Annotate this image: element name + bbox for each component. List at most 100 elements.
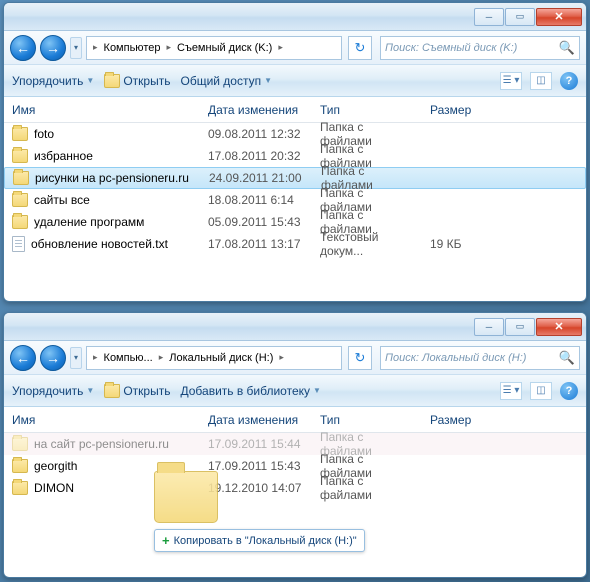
file-name: рисунки на pc-pensioneru.ru: [35, 171, 189, 185]
nav-history-dropdown[interactable]: ▾: [70, 37, 82, 59]
folder-icon: [13, 171, 29, 185]
folder-icon: [104, 74, 120, 88]
file-date: 17.08.2011 20:32: [200, 149, 312, 163]
table-row[interactable]: foto09.08.2011 12:32Папка с файлами: [4, 123, 586, 145]
column-size[interactable]: Размер: [422, 103, 502, 117]
file-type: Текстовый докум...: [312, 230, 422, 258]
file-date: 17.09.2011 15:43: [200, 459, 312, 473]
organize-menu[interactable]: Упорядочить▼: [12, 384, 94, 398]
file-list[interactable]: foto09.08.2011 12:32Папка с файламиизбра…: [4, 123, 586, 255]
close-button[interactable]: ✕: [536, 318, 582, 336]
add-to-library-menu[interactable]: Добавить в библиотеку▼: [180, 384, 320, 398]
search-placeholder: Поиск: Локальный диск (H:): [385, 352, 526, 364]
folder-icon: [12, 215, 28, 229]
breadcrumb-segment[interactable]: Съемный диск (K:): [173, 37, 276, 59]
file-date: 17.09.2011 15:44: [200, 437, 312, 451]
file-date: 18.08.2011 6:14: [200, 193, 312, 207]
file-type: Папка с файлами: [312, 474, 422, 502]
folder-icon: [104, 384, 120, 398]
search-input[interactable]: Поиск: Съемный диск (K:) 🔍: [380, 36, 580, 60]
column-name[interactable]: Имя: [4, 103, 200, 117]
view-options-button[interactable]: ☰ ▾: [500, 72, 522, 90]
file-name: обновление новостей.txt: [31, 237, 168, 251]
breadcrumb-segment[interactable]: Компьютер: [100, 37, 165, 59]
breadcrumb[interactable]: ▸ Компью... ▸ Локальный диск (H:) ▸: [86, 346, 342, 370]
file-name: DIMON: [34, 481, 74, 495]
column-type[interactable]: Тип: [312, 413, 422, 427]
toolbar: Упорядочить▼ Открыть Общий доступ▼ ☰ ▾ ◫…: [4, 65, 586, 97]
text-file-icon: [12, 236, 25, 252]
explorer-window-2: ─ ▭ ✕ ← → ▾ ▸ Компью... ▸ Локальный диск…: [3, 312, 587, 578]
back-button[interactable]: ←: [10, 35, 36, 61]
column-name[interactable]: Имя: [4, 413, 200, 427]
titlebar[interactable]: ─ ▭ ✕: [4, 3, 586, 31]
column-headers: Имя Дата изменения Тип Размер: [4, 97, 586, 123]
back-button[interactable]: ←: [10, 345, 36, 371]
column-type[interactable]: Тип: [312, 103, 422, 117]
explorer-window-1: ─ ▭ ✕ ← → ▾ ▸ Компьютер ▸ Съемный диск (…: [3, 2, 587, 302]
plus-icon: +: [162, 533, 170, 548]
open-button[interactable]: Открыть: [104, 384, 170, 398]
file-name: georgith: [34, 459, 77, 473]
table-row[interactable]: georgith17.09.2011 15:43Папка с файлами: [4, 455, 586, 477]
breadcrumb-segment[interactable]: Локальный диск (H:): [165, 347, 277, 369]
table-row[interactable]: на сайт pc-pensioneru.ru17.09.2011 15:44…: [4, 433, 586, 455]
chevron-right-icon: ▸: [91, 352, 100, 363]
maximize-button[interactable]: ▭: [505, 8, 535, 26]
open-button[interactable]: Открыть: [104, 74, 170, 88]
toolbar: Упорядочить▼ Открыть Добавить в библиоте…: [4, 375, 586, 407]
file-date: 05.09.2011 15:43: [200, 215, 312, 229]
folder-icon: [12, 481, 28, 495]
refresh-button[interactable]: ↻: [348, 346, 372, 370]
search-icon[interactable]: 🔍: [559, 350, 575, 366]
column-date[interactable]: Дата изменения: [200, 413, 312, 427]
drop-hint-tooltip: + Копировать в "Локальный диск (H:)": [154, 529, 365, 552]
search-icon[interactable]: 🔍: [559, 40, 575, 56]
file-list[interactable]: на сайт pc-pensioneru.ru17.09.2011 15:44…: [4, 433, 586, 499]
column-headers: Имя Дата изменения Тип Размер: [4, 407, 586, 433]
file-name: избранное: [34, 149, 93, 163]
refresh-button[interactable]: ↻: [348, 36, 372, 60]
titlebar[interactable]: ─ ▭ ✕: [4, 313, 586, 341]
file-type: Папка с файлами: [312, 430, 422, 458]
folder-icon: [12, 149, 28, 163]
table-row[interactable]: DIMON 19.12.2010 14:07Папка с файлами: [4, 477, 586, 499]
help-icon[interactable]: ?: [560, 382, 578, 400]
search-input[interactable]: Поиск: Локальный диск (H:) 🔍: [380, 346, 580, 370]
file-size: 19 КБ: [422, 237, 502, 251]
preview-pane-button[interactable]: ◫: [530, 72, 552, 90]
breadcrumb-segment[interactable]: Компью...: [100, 347, 157, 369]
file-date: 19.12.2010 14:07: [200, 481, 312, 495]
maximize-button[interactable]: ▭: [505, 318, 535, 336]
chevron-right-icon: ▸: [164, 42, 173, 53]
file-name: foto: [34, 127, 54, 141]
table-row[interactable]: рисунки на pc-pensioneru.ru 24.09.2011 21…: [4, 167, 586, 189]
file-name: сайты все: [34, 193, 90, 207]
close-button[interactable]: ✕: [536, 8, 582, 26]
share-menu[interactable]: Общий доступ▼: [180, 74, 272, 88]
file-date: 24.09.2011 21:00: [201, 171, 313, 185]
column-size[interactable]: Размер: [422, 413, 502, 427]
minimize-button[interactable]: ─: [474, 8, 504, 26]
file-date: 17.08.2011 13:17: [200, 237, 312, 251]
breadcrumb[interactable]: ▸ Компьютер ▸ Съемный диск (K:) ▸: [86, 36, 342, 60]
nav-history-dropdown[interactable]: ▾: [70, 347, 82, 369]
file-date: 09.08.2011 12:32: [200, 127, 312, 141]
column-date[interactable]: Дата изменения: [200, 103, 312, 117]
help-icon[interactable]: ?: [560, 72, 578, 90]
chevron-right-icon: ▸: [277, 352, 286, 363]
organize-menu[interactable]: Упорядочить▼: [12, 74, 94, 88]
table-row[interactable]: удаление программ05.09.2011 15:43Папка с…: [4, 211, 586, 233]
minimize-button[interactable]: ─: [474, 318, 504, 336]
navbar: ← → ▾ ▸ Компьютер ▸ Съемный диск (K:) ▸ …: [4, 31, 586, 65]
view-options-button[interactable]: ☰ ▾: [500, 382, 522, 400]
table-row[interactable]: избранное17.08.2011 20:32Папка с файлами: [4, 145, 586, 167]
table-row[interactable]: сайты все18.08.2011 6:14Папка с файлами: [4, 189, 586, 211]
folder-icon: [12, 437, 28, 451]
chevron-right-icon: ▸: [91, 42, 100, 53]
forward-button[interactable]: →: [40, 35, 66, 61]
navbar: ← → ▾ ▸ Компью... ▸ Локальный диск (H:) …: [4, 341, 586, 375]
table-row[interactable]: обновление новостей.txt 17.08.2011 13:17Т…: [4, 233, 586, 255]
forward-button[interactable]: →: [40, 345, 66, 371]
preview-pane-button[interactable]: ◫: [530, 382, 552, 400]
